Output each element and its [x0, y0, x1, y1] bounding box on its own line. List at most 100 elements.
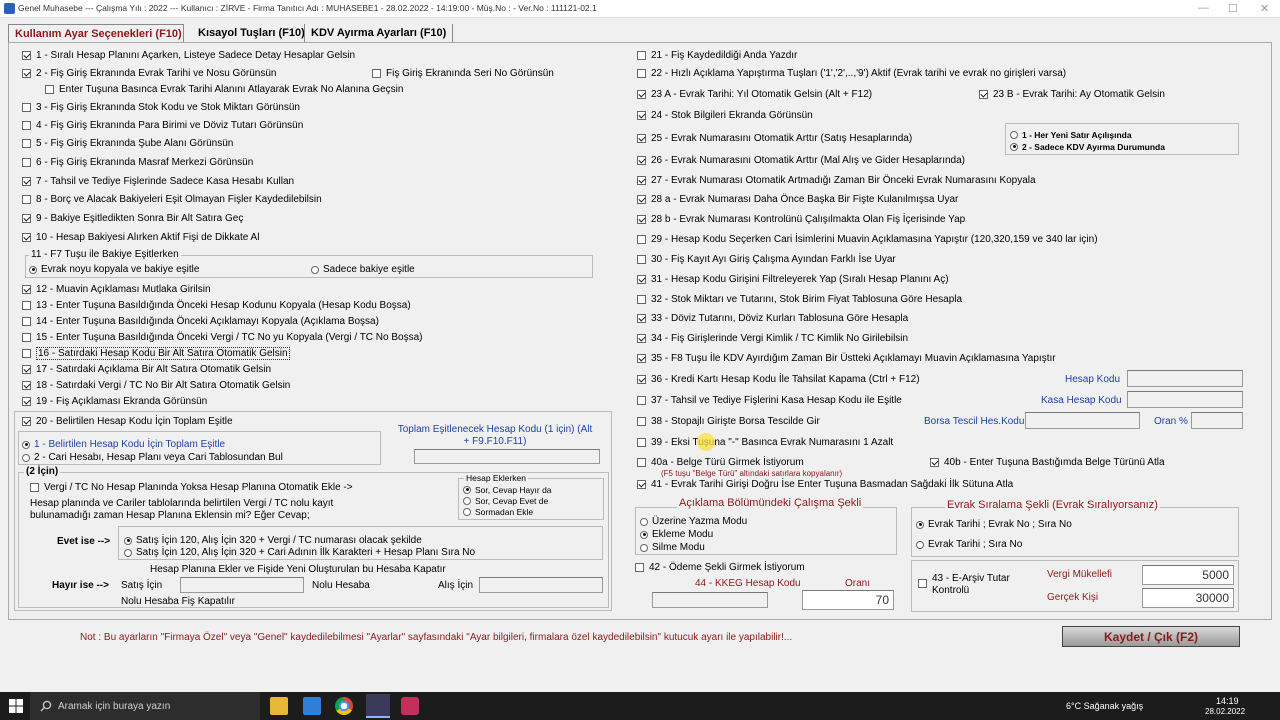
checkbox[interactable] [22, 233, 31, 242]
checkbox[interactable] [22, 195, 31, 204]
radio-hesap-sormadan[interactable]: Sormadan Ekle [463, 505, 533, 518]
checkbox[interactable] [22, 139, 31, 148]
checkbox[interactable] [22, 417, 31, 426]
kasa-hesap-kodu-input[interactable] [1127, 391, 1243, 408]
checkbox[interactable] [637, 354, 646, 363]
radio-25-sadece-kdv[interactable]: 2 - Sadece KDV Ayırma Durumunda [1010, 140, 1165, 153]
tab-kullanim-ayar[interactable]: Kullanım Ayar Seçenekleri (F10) [8, 24, 184, 43]
checkbox[interactable] [930, 458, 939, 467]
checkbox[interactable] [637, 90, 646, 99]
option-16[interactable]: 16 - Satırdaki Hesap Kodu Bir Alt Satıra… [22, 347, 290, 360]
app-icon-blue[interactable] [303, 697, 321, 715]
radio[interactable] [640, 517, 648, 526]
option-42[interactable]: 42 - Ödeme Şekli Girmek İstiyorum [635, 561, 805, 574]
option-22[interactable]: 22 - Hızlı Açıklama Yapıştırma Tuşları (… [637, 67, 1066, 80]
option-5[interactable]: 5 - Fiş Giriş Ekranında Şube Alanı Görün… [22, 137, 233, 150]
radio[interactable] [124, 536, 132, 545]
radio[interactable] [29, 265, 37, 274]
option-4[interactable]: 4 - Fiş Giriş Ekranında Para Birimi ve D… [22, 119, 303, 132]
checkbox[interactable] [979, 90, 988, 99]
checkbox[interactable] [637, 176, 646, 185]
vergi-otomatik-ekle[interactable]: Vergi / TC No Hesap Planında Yoksa Hesap… [30, 481, 353, 494]
orani-input[interactable]: 70 [802, 590, 894, 610]
radio-evet-cari[interactable]: Satış İçin 120, Alış İçin 320 + Cari Adı… [124, 546, 475, 559]
radio-11-sadece[interactable]: Sadece bakiye eşitle [311, 263, 415, 276]
option-29[interactable]: 29 - Hesap Kodu Seçerken Cari İsimlerini… [637, 233, 1098, 246]
option-21[interactable]: 21 - Fiş Kaydedildiği Anda Yazdır [637, 49, 797, 62]
option-2[interactable]: 2 - Fiş Giriş Ekranında Evrak Tarihi ve … [22, 67, 276, 80]
radio-evrak-tarihi-sira[interactable]: Evrak Tarihi ; Sıra No [916, 538, 1022, 551]
option-34[interactable]: 34 - Fiş Girişlerinde Vergi Kimlik / TC … [637, 332, 908, 345]
radio[interactable] [640, 530, 648, 539]
checkbox[interactable] [918, 579, 927, 588]
option-19[interactable]: 19 - Fiş Açıklaması Ekranda Görünsün [22, 395, 207, 408]
checkbox[interactable] [637, 458, 646, 467]
checkbox[interactable] [635, 563, 644, 572]
checkbox[interactable] [22, 69, 31, 78]
checkbox[interactable] [637, 417, 646, 426]
radio-silme[interactable]: Silme Modu [640, 541, 705, 554]
option-9[interactable]: 9 - Bakiye Eşitledikten Sonra Bir Alt Sa… [22, 212, 243, 225]
option-33[interactable]: 33 - Döviz Tutarını, Döviz Kurları Tablo… [637, 312, 908, 325]
radio[interactable] [640, 543, 648, 552]
save-exit-button[interactable]: Kaydet / Çık (F2) [1062, 626, 1240, 647]
radio[interactable] [1010, 142, 1018, 151]
option-3[interactable]: 3 - Fiş Giriş Ekranında Stok Kodu ve Sto… [22, 101, 300, 114]
checkbox[interactable] [22, 158, 31, 167]
gercek-kisi-input[interactable]: 30000 [1142, 588, 1234, 608]
option-27[interactable]: 27 - Evrak Numarası Otomatik Artmadığı Z… [637, 174, 1036, 187]
radio-20-cari[interactable]: 2 - Cari Hesabı, Hesap Planı veya Cari T… [22, 451, 283, 464]
checkbox[interactable] [637, 396, 646, 405]
checkbox[interactable] [45, 85, 54, 94]
radio[interactable] [1010, 130, 1018, 139]
chrome-icon[interactable] [335, 697, 353, 715]
radio[interactable] [463, 496, 471, 505]
checkbox[interactable] [22, 121, 31, 130]
option-18[interactable]: 18 - Satırdaki Vergi / TC No Bir Alt Sat… [22, 379, 290, 392]
radio[interactable] [22, 453, 30, 462]
radio[interactable] [916, 520, 924, 529]
option-26[interactable]: 26 - Evrak Numarasını Otomatik Arttır (M… [637, 154, 965, 167]
checkbox[interactable] [637, 275, 646, 284]
option-39[interactable]: 39 - Eksi Tuşuna "-" Basınca Evrak Numar… [637, 436, 893, 449]
option-40a[interactable]: 40a - Belge Türü Girmek İstiyorum [637, 456, 804, 469]
checkbox[interactable] [22, 317, 31, 326]
checkbox[interactable] [30, 483, 39, 492]
checkbox[interactable] [637, 438, 646, 447]
toplam-hesap-kodu-input[interactable] [414, 449, 600, 464]
checkbox[interactable] [637, 195, 646, 204]
checkbox[interactable] [22, 214, 31, 223]
satis-icin-input[interactable] [180, 577, 304, 593]
option-28b[interactable]: 28 b - Evrak Numarası Kontrolünü Çalışıl… [637, 213, 965, 226]
option-25[interactable]: 25 - Evrak Numarasını Otomatik Arttır (S… [637, 132, 912, 145]
checkbox[interactable] [637, 235, 646, 244]
option-35[interactable]: 35 - F8 Tuşu İle KDV Ayırdığım Zaman Bir… [637, 352, 1056, 365]
option-14[interactable]: 14 - Enter Tuşuna Basıldığında Önceki Aç… [22, 315, 379, 328]
radio-11-kopyala[interactable]: Evrak noyu kopyala ve bakiye eşitle [29, 263, 199, 276]
alis-icin-input[interactable] [479, 577, 603, 593]
option-12[interactable]: 12 - Muavin Açıklaması Mutlaka Girilsin [22, 283, 211, 296]
checkbox[interactable] [22, 365, 31, 374]
borsa-tescil-input[interactable] [1025, 412, 1140, 429]
option-23a[interactable]: 23 A - Evrak Tarihi: Yıl Otomatik Gelsin… [637, 88, 872, 101]
option-24[interactable]: 24 - Stok Bilgileri Ekranda Görünsün [637, 109, 813, 122]
option-2-seri-no[interactable]: Fiş Giriş Ekranında Seri No Görünsün [372, 67, 554, 80]
checkbox[interactable] [22, 177, 31, 186]
option-36[interactable]: 36 - Kredi Kartı Hesap Kodu İle Tahsilat… [637, 373, 920, 386]
radio[interactable] [311, 265, 319, 274]
zirve-app-icon[interactable] [366, 694, 390, 718]
close-button[interactable]: ✕ [1260, 2, 1269, 15]
option-17[interactable]: 17 - Satırdaki Açıklama Bir Alt Satıra O… [22, 363, 271, 376]
checkbox[interactable] [637, 69, 646, 78]
checkbox[interactable] [637, 156, 646, 165]
kkeg-input[interactable] [652, 592, 768, 608]
checkbox[interactable] [637, 51, 646, 60]
checkbox[interactable] [22, 51, 31, 60]
checkbox[interactable] [637, 334, 646, 343]
file-explorer-icon[interactable] [270, 697, 288, 715]
option-23b[interactable]: 23 B - Evrak Tarihi: Ay Otomatik Gelsin [979, 88, 1165, 101]
checkbox[interactable] [22, 333, 31, 342]
checkbox[interactable] [637, 314, 646, 323]
checkbox[interactable] [22, 103, 31, 112]
option-13[interactable]: 13 - Enter Tuşuna Basıldığında Önceki He… [22, 299, 411, 312]
